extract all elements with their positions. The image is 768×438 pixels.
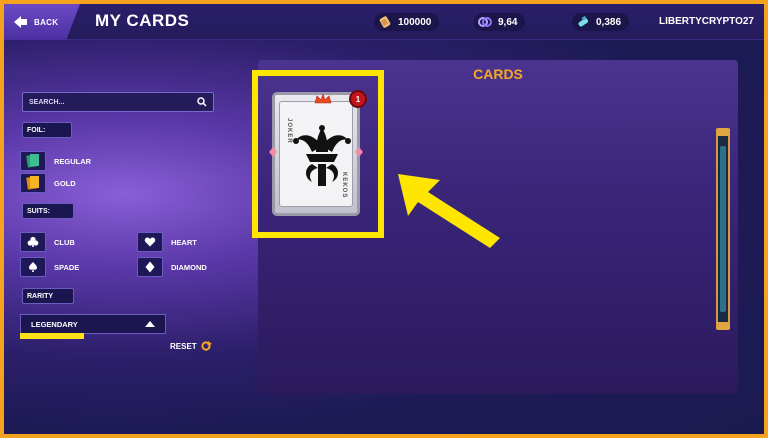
highlight-underline xyxy=(20,333,84,339)
reset-label: RESET xyxy=(170,341,197,351)
foil-label: FOIL: xyxy=(22,122,72,138)
rarity-label: RARITY xyxy=(22,288,74,304)
gem-left-icon xyxy=(269,147,277,157)
back-button[interactable]: BACK xyxy=(4,4,80,40)
back-label: BACK xyxy=(34,17,59,27)
annotation-arrow-icon xyxy=(398,174,500,248)
regular-foil-icon xyxy=(20,151,46,171)
chevron-up-icon xyxy=(145,321,155,327)
suit-spade-option[interactable]: SPADE xyxy=(20,257,79,277)
rarity-select[interactable]: LEGENDARY xyxy=(20,314,166,334)
rarity-selected: LEGENDARY xyxy=(31,319,78,329)
card-count-badge: 1 xyxy=(349,90,367,108)
app-frame: BACK MY CARDS 100000 9,64 0,386 LIBERTYC… xyxy=(4,4,764,434)
potion-icon xyxy=(578,15,589,27)
stat-scrolls: 100000 xyxy=(374,13,440,31)
foil-gold-label: GOLD xyxy=(54,178,76,188)
card-face: JOKER KEKOS xyxy=(279,94,353,207)
scroll-up-cap[interactable] xyxy=(716,128,730,136)
reset-button[interactable]: RESET xyxy=(170,341,212,351)
stat-value: 0,386 xyxy=(596,16,622,28)
scroll-down-cap[interactable] xyxy=(716,322,730,330)
suit-diamond-option[interactable]: DIAMOND xyxy=(137,257,207,277)
foil-gold-option[interactable]: GOLD xyxy=(20,173,76,193)
suit-diamond-label: DIAMOND xyxy=(171,262,207,272)
search-input[interactable]: SEARCH... xyxy=(22,92,214,112)
heart-icon xyxy=(137,232,163,252)
suit-heart-option[interactable]: HEART xyxy=(137,232,197,252)
reset-icon xyxy=(201,341,212,351)
page-title: MY CARDS xyxy=(95,11,190,30)
foil-regular-option[interactable]: REGULAR xyxy=(20,151,91,171)
stat-value: 9,64 xyxy=(498,16,518,28)
diamond-icon xyxy=(137,257,163,277)
stat-value: 100000 xyxy=(398,16,432,28)
suit-spade-label: SPADE xyxy=(54,262,80,272)
username[interactable]: LIBERTYCRYPTO27 xyxy=(659,16,754,27)
suit-club-option[interactable]: CLUB xyxy=(20,232,75,252)
club-icon xyxy=(20,232,46,252)
gold-foil-icon xyxy=(20,173,46,193)
suits-label: SUITS: xyxy=(22,203,74,219)
stat-potions: 0,386 xyxy=(572,13,630,31)
search-icon[interactable] xyxy=(197,97,207,107)
stat-cards: 9,64 xyxy=(474,13,526,31)
crown-emblem-icon xyxy=(314,94,332,104)
foil-regular-label: REGULAR xyxy=(54,156,92,166)
suit-heart-label: HEART xyxy=(171,237,197,247)
scroll-thumb[interactable] xyxy=(720,146,726,312)
spade-icon xyxy=(20,257,46,277)
joker-card[interactable]: JOKER KEKOS 1 xyxy=(269,90,367,216)
gem-right-icon xyxy=(355,147,363,157)
cards-icon xyxy=(478,17,492,27)
suit-club-label: CLUB xyxy=(54,237,75,247)
top-bar: BACK MY CARDS 100000 9,64 0,386 LIBERTYC… xyxy=(4,4,764,40)
jester-hat-icon xyxy=(293,125,351,186)
scroll-icon xyxy=(379,16,391,28)
vertical-scrollbar[interactable] xyxy=(716,128,730,330)
back-arrow-icon xyxy=(14,16,27,28)
search-placeholder: SEARCH... xyxy=(29,98,65,106)
